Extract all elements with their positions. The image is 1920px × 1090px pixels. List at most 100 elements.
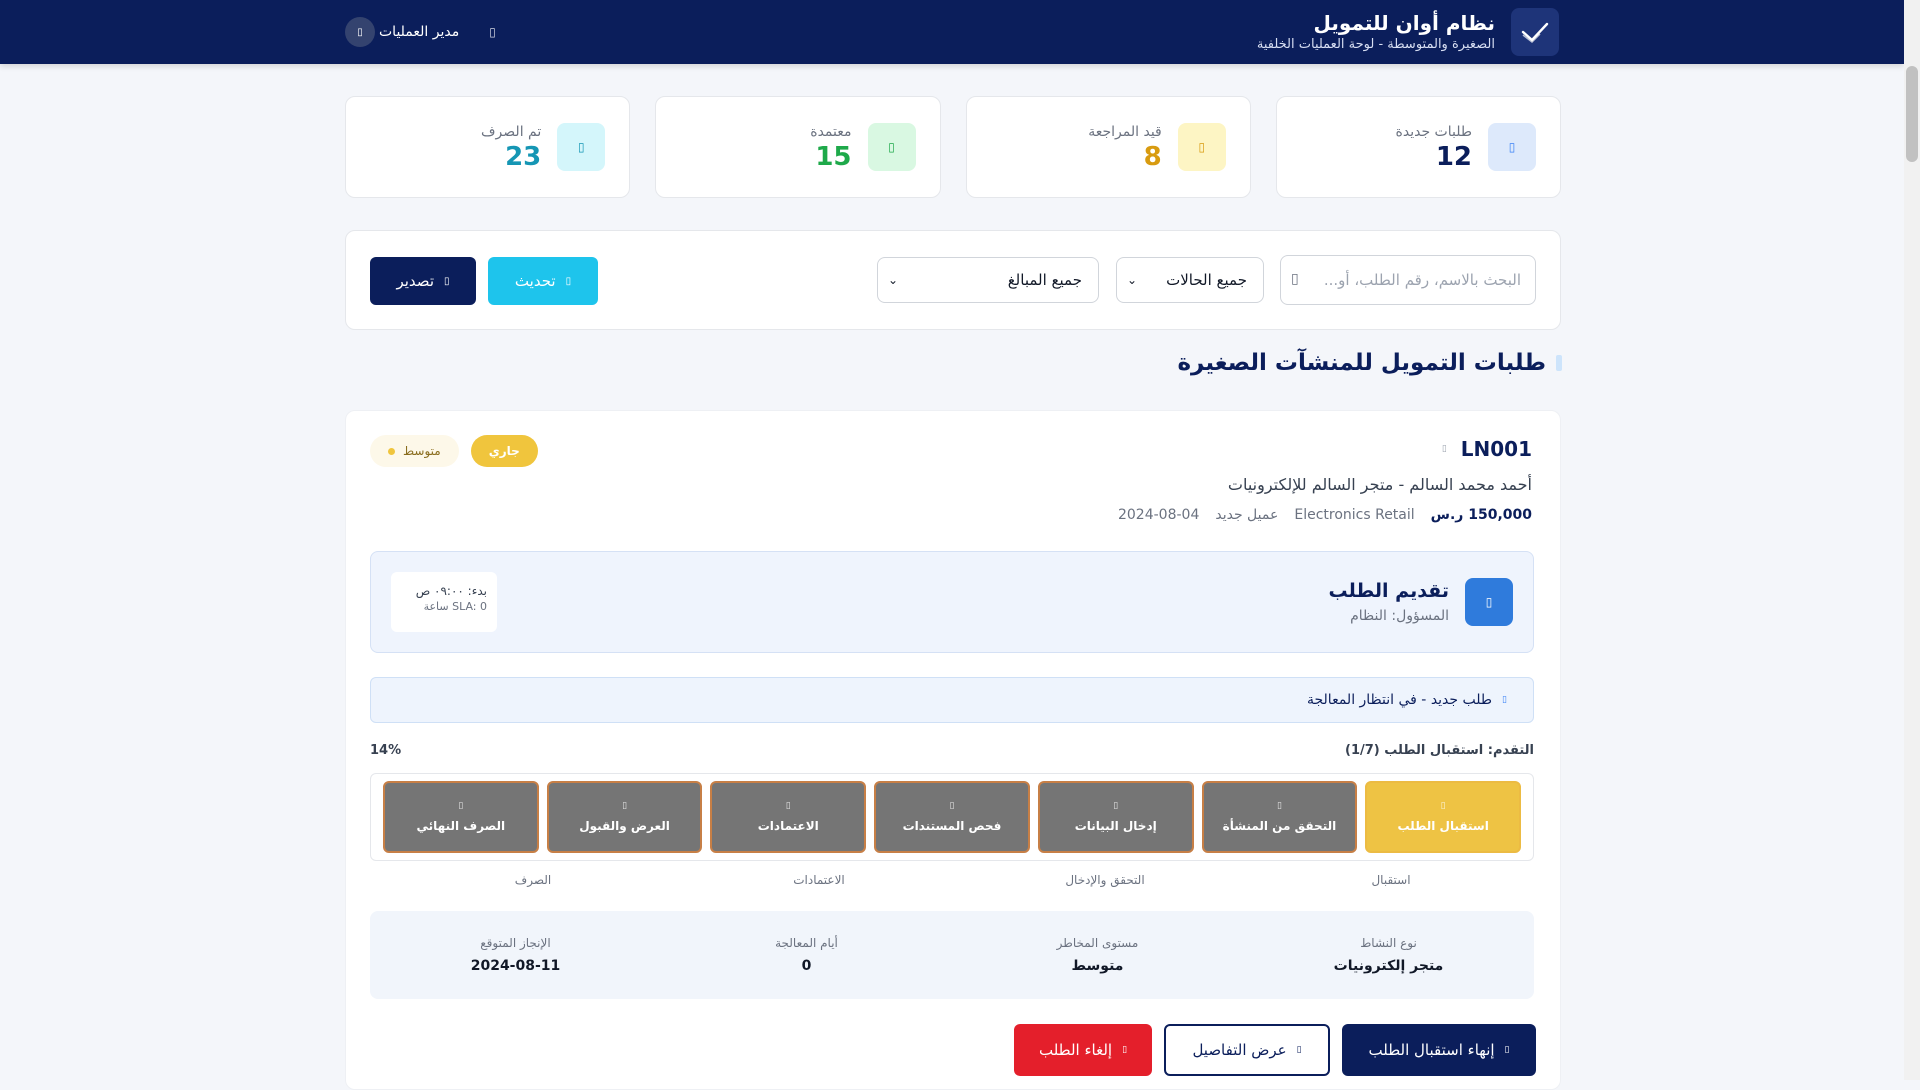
refresh-icon: ▯: [565, 275, 572, 287]
stage-title: تقديم الطلب: [1328, 580, 1449, 602]
group-label: الصرف: [514, 873, 552, 887]
step-icon: ▯: [1113, 801, 1119, 811]
bell-icon[interactable]: ▯: [489, 25, 496, 39]
dot-icon: [388, 447, 395, 455]
close-icon: ▯: [1122, 1045, 1128, 1055]
request-details: نوع النشاط متجر إلكترونيات مستوى المخاطر…: [370, 911, 1534, 999]
download-icon: ▯: [444, 275, 450, 287]
app-subtitle: الصغيرة والمتوسطة - لوحة العمليات الخلفي…: [1256, 37, 1495, 52]
step-label: التحقق من المنشأة: [1222, 819, 1337, 833]
status-select-value: جميع الحالات: [1166, 271, 1247, 289]
amount: 150,000 ر.س: [1430, 507, 1532, 523]
status-select[interactable]: جميع الحالات ⌄: [1116, 257, 1264, 303]
step-offer[interactable]: ▯ العرض والقبول: [546, 781, 703, 853]
detail-days: أيام المعالجة 0: [661, 936, 952, 974]
refresh-button[interactable]: ▯ تحديث: [488, 257, 598, 305]
details-label: عرض التفاصيل: [1192, 1041, 1287, 1059]
stat-card-approved[interactable]: ▯ معتمدة 15: [655, 96, 941, 198]
stat-label: طلبات جديدة: [1395, 124, 1472, 140]
user-name: مدير العمليات: [379, 24, 460, 40]
request-card: LN001 ▯ متوسط جاري أحمد محمد السالم - مت…: [345, 410, 1561, 1090]
stat-label: معتمدة: [810, 124, 852, 140]
step-verify[interactable]: ▯ التحقق من المنشأة: [1201, 781, 1358, 853]
stat-value: 23: [505, 142, 542, 172]
request-id-text: LN001: [1460, 437, 1532, 461]
stat-card-review[interactable]: ▯ قيد المراجعة 8: [965, 96, 1251, 198]
user-menu[interactable]: مدير العمليات ▯: [345, 17, 459, 47]
detail-value: 0: [801, 958, 812, 974]
app-title: نظام أوان للتمويل: [1313, 11, 1495, 35]
status-badge: جاري: [470, 435, 538, 467]
step-groups: استقبال التحقق والإدخال الاعتمادات الصرف: [370, 873, 1534, 887]
step-icon: ▯: [785, 801, 791, 811]
progress-row: التقدم: استقبال الطلب (1/7) 14%: [370, 743, 1534, 758]
stage-owner: المسؤول: النظام: [1350, 608, 1449, 624]
detail-label: نوع النشاط: [1360, 936, 1417, 950]
stat-value: 8: [1143, 142, 1162, 172]
stage-icon: ▯: [1465, 578, 1513, 626]
request-date: 2024-08-04: [1117, 507, 1200, 523]
action-buttons: ▯ إنهاء استقبال الطلب ▯ عرض التفاصيل ▯ إ…: [1014, 1024, 1536, 1076]
stat-card-disbursed[interactable]: ▯ تم الصرف 23: [345, 96, 631, 198]
step-documents[interactable]: ▯ فحص المستندات: [874, 781, 1030, 853]
alert-text: طلب جديد - في انتظار المعالجة: [1307, 692, 1493, 708]
finish-label: إنهاء استقبال الطلب: [1368, 1041, 1495, 1059]
view-details-button[interactable]: ▯ عرض التفاصيل: [1164, 1024, 1330, 1076]
workflow-steps: ▯ استقبال الطلب ▯ التحقق من المنشأة ▯ إدخال…: [370, 773, 1534, 861]
stat-label: تم الصرف: [481, 124, 542, 140]
file-icon: ▯: [1488, 123, 1536, 171]
search-placeholder: البحث بالاسم، رقم الطلب، أو...: [1323, 271, 1521, 289]
status-alert: ▯ طلب جديد - في انتظار المعالجة: [370, 677, 1534, 723]
copy-icon[interactable]: ▯: [1442, 444, 1447, 454]
detail-activity: نوع النشاط متجر إلكترونيات: [1243, 936, 1534, 974]
detail-label: مستوى المخاطر: [1056, 936, 1139, 950]
sector: Electronics Retail: [1294, 507, 1415, 523]
export-label: تصدير: [396, 272, 434, 290]
stats-row: ▯ طلبات جديدة 12 ▯ قيد المراجعة 8 ▯ معتم…: [345, 96, 1561, 198]
finish-receipt-button[interactable]: ▯ إنهاء استقبال الطلب: [1342, 1024, 1536, 1076]
filters-panel: البحث بالاسم، رقم الطلب، أو... ▯ جميع ال…: [345, 230, 1561, 330]
stat-value: 15: [815, 142, 852, 172]
step-icon: ▯: [458, 801, 464, 811]
step-receive[interactable]: ▯ استقبال الطلب: [1365, 781, 1521, 853]
stat-card-new[interactable]: ▯ طلبات جديدة 12: [1275, 96, 1561, 198]
stage-timer: بدء: ٠٩:٠٠ ص SLA: 0 ساعة: [391, 572, 497, 632]
stat-label: قيد المراجعة: [1088, 124, 1162, 140]
step-approvals[interactable]: ▯ الاعتمادات: [710, 781, 867, 853]
scrollbar-thumb[interactable]: [1906, 66, 1918, 162]
detail-label: أيام المعالجة: [775, 936, 838, 950]
export-button[interactable]: ▯ تصدير: [370, 257, 476, 305]
avatar: ▯: [345, 17, 375, 47]
detail-label: الإنجاز المتوقع: [480, 936, 551, 950]
step-disbursement[interactable]: ▯ الصرف النهائي: [382, 781, 539, 853]
applicant-name: أحمد محمد السالم - متجر السالم للإلكترون…: [1227, 475, 1532, 494]
check-logo-icon: [1511, 8, 1559, 56]
group-label: التحقق والإدخال: [1065, 873, 1145, 887]
step-icon: ▯: [949, 801, 955, 811]
step-icon: ▯: [622, 801, 628, 811]
detail-value: متجر إلكترونيات: [1333, 958, 1444, 974]
step-data-entry[interactable]: ▯ إدخال البيانات: [1037, 781, 1194, 853]
section-title-text: طلبات التمويل للمنشآت الصغيرة: [1177, 350, 1546, 376]
check-icon: ▯: [1504, 1045, 1510, 1055]
amount-select[interactable]: جميع المبالغ ⌄: [877, 257, 1099, 303]
stat-value: 12: [1435, 142, 1472, 172]
cancel-request-button[interactable]: ▯ إلغاء الطلب: [1014, 1024, 1152, 1076]
progress-label: التقدم: استقبال الطلب (1/7): [1345, 743, 1534, 758]
step-label: العرض والقبول: [579, 819, 670, 833]
amount-select-value: جميع المبالغ: [1007, 271, 1082, 289]
group-label: الاعتمادات: [793, 873, 845, 887]
section-title: طلبات التمويل للمنشآت الصغيرة: [1177, 350, 1562, 376]
cancel-label: إلغاء الطلب: [1038, 1041, 1113, 1059]
request-meta: 150,000 ر.س Electronics Retail عميل جديد…: [1118, 507, 1532, 523]
risk-badge-text: متوسط: [403, 444, 441, 458]
top-navbar: نظام أوان للتمويل الصغيرة والمتوسطة - لو…: [0, 0, 1904, 64]
request-id: LN001 ▯: [1442, 437, 1532, 461]
search-input[interactable]: البحث بالاسم، رقم الطلب، أو... ▯: [1280, 255, 1536, 305]
detail-value: متوسط: [1071, 958, 1124, 974]
info-icon: ▯: [1502, 695, 1507, 705]
step-label: استقبال الطلب: [1397, 819, 1489, 833]
step-icon: ▯: [1440, 801, 1446, 811]
brand: نظام أوان للتمويل الصغيرة والمتوسطة - لو…: [1257, 8, 1559, 56]
scrollbar[interactable]: [1904, 0, 1920, 1080]
